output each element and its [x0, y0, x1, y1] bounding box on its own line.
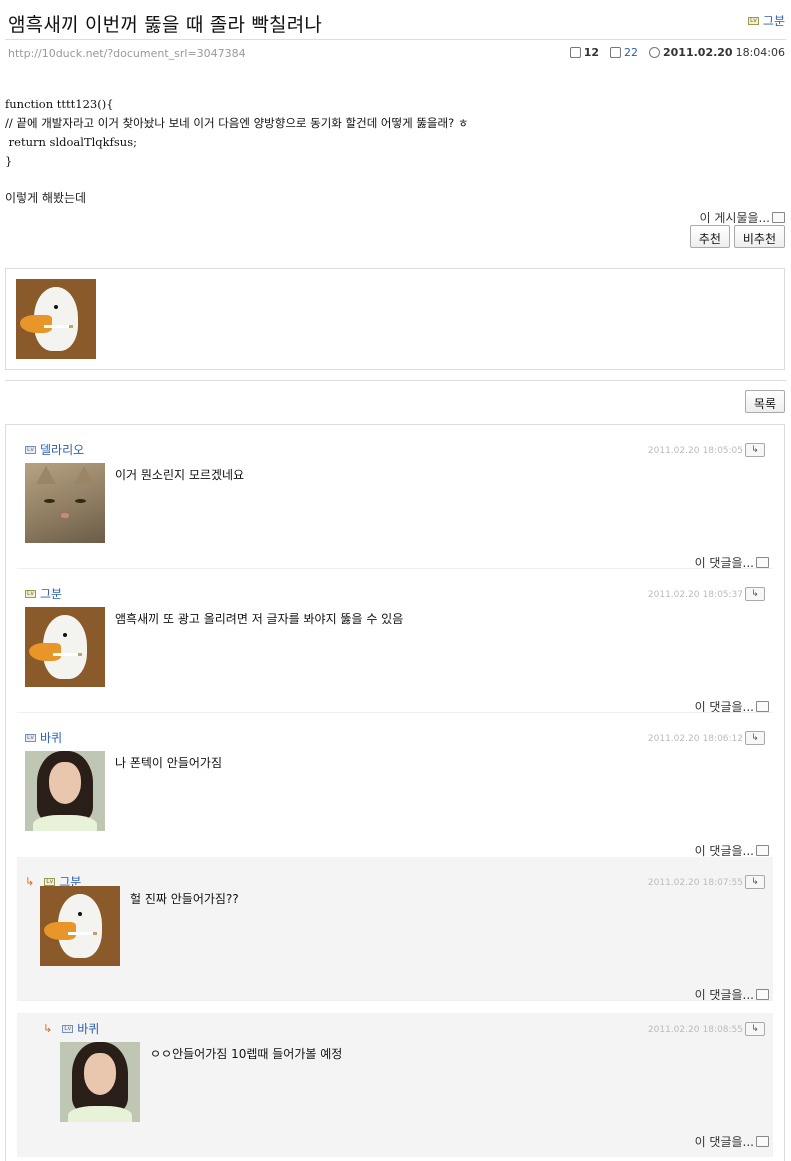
reply-arrow-icon[interactable]: ↳	[745, 587, 765, 601]
comment-author-name[interactable]: 바퀴	[77, 1020, 99, 1037]
comment-list: Lv 델라리오 2011.02.20 18:05:05 ↳ 이거 뭔소린지 모르…	[5, 424, 785, 1161]
comment-text: 헐 진짜 안들어가짐??	[130, 892, 239, 906]
comment-text: 이거 뭔소린지 모르겠네요	[115, 468, 245, 482]
post-time: 18:04:06	[735, 46, 785, 59]
girl-avatar	[25, 751, 105, 831]
document-icon[interactable]	[756, 845, 769, 856]
this-post-label[interactable]: 이 게시물을...	[700, 209, 770, 226]
not-recommend-button[interactable]: 비추천	[733, 225, 785, 248]
comment-menu-label[interactable]: 이 댓글을...	[695, 1133, 754, 1150]
post-date: 2011.02.20	[663, 46, 733, 59]
code-line: }	[5, 154, 13, 168]
comment-date: 2011.02.20	[647, 446, 700, 456]
comment-date: 2011.02.20	[647, 878, 700, 888]
comment: Lv 델라리오 2011.02.20 18:05:05 ↳ 이거 뭔소린지 모르…	[17, 425, 773, 570]
comment-timestamp: 2011.02.20 18:05:37	[648, 590, 743, 600]
list-button[interactable]: 목록	[744, 390, 785, 413]
comment-text: ㅇㅇ안들어가짐 10렙때 들어가볼 예정	[150, 1047, 343, 1061]
document-icon[interactable]	[756, 989, 769, 1000]
cat-avatar	[25, 463, 105, 543]
comment-date: 2011.02.20	[647, 590, 700, 600]
duck-avatar	[40, 886, 120, 966]
level-icon: Lv	[44, 877, 56, 886]
reply-arrow-icon[interactable]: ↳	[745, 1022, 765, 1036]
duck-avatar	[16, 279, 96, 359]
post-author[interactable]: Lv 그분	[747, 12, 785, 29]
reply-arrow-icon[interactable]: ↳	[745, 731, 765, 745]
reply-arrow-icon[interactable]: ↳	[745, 875, 765, 889]
comment-time: 18:05:37	[702, 590, 743, 600]
post-body-text: 이렇게 해봤는데	[5, 191, 87, 205]
comment-author[interactable]: Lv 그분	[25, 585, 62, 602]
signature-box	[5, 268, 785, 370]
view-count: 22	[624, 46, 638, 59]
code-line: return sldoalTlqkfsus;	[5, 135, 137, 149]
post-author-name[interactable]: 그분	[763, 12, 785, 29]
comment-time: 18:07:55	[702, 878, 743, 888]
divider	[5, 380, 786, 381]
comment: Lv 바퀴 2011.02.20 18:06:12 ↳ 나 폰텍이 안들어가짐 …	[17, 713, 773, 858]
comment-count: 12	[583, 46, 599, 59]
code-line: function tttt123(){	[5, 97, 114, 111]
post-title: 앰흑새끼 이번꺼 뚫을 때 졸라 빡칠려나	[8, 14, 323, 36]
comment-reply: ↳ Lv 그분 2011.02.20 18:07:55 ↳ 헐 진짜 안들어가짐…	[17, 857, 773, 1002]
comment-author-name[interactable]: 바퀴	[40, 729, 62, 746]
comment-author[interactable]: Lv 델라리오	[25, 441, 84, 458]
recommend-button[interactable]: 추천	[689, 225, 730, 248]
comment-time: 18:06:12	[702, 734, 743, 744]
comment-text: 앰흑새끼 또 광고 올리려면 저 글자를 봐야지 뚫을 수 있음	[115, 612, 404, 626]
reply-indent-icon: ↳	[43, 1022, 53, 1035]
comment-timestamp: 2011.02.20 18:08:55	[648, 1025, 743, 1035]
comment-time: 18:05:05	[702, 446, 743, 456]
comment-time: 18:08:55	[702, 1025, 743, 1035]
comment-timestamp: 2011.02.20 18:07:55	[648, 878, 743, 888]
document-icon[interactable]	[756, 701, 769, 712]
girl-avatar	[60, 1042, 140, 1122]
divider	[5, 39, 786, 40]
comment: Lv 그분 2011.02.20 18:05:37 ↳ 앰흑새끼 또 광고 올리…	[17, 569, 773, 714]
comment-timestamp: 2011.02.20 18:05:05	[648, 446, 743, 456]
comment-menu[interactable]: 이 댓글을...	[695, 1133, 769, 1150]
speech-bubble-icon	[569, 47, 581, 58]
comment-timestamp: 2011.02.20 18:06:12	[648, 734, 743, 744]
post-meta: 12 22 2011.02.20 18:04:06	[562, 46, 785, 59]
level-icon: Lv	[747, 16, 759, 25]
vote-buttons: 추천 비추천	[689, 225, 785, 248]
post-url[interactable]: http://10duck.net/?document_srl=3047384	[8, 47, 246, 60]
document-icon	[610, 47, 621, 58]
comment-author[interactable]: ↳ Lv 바퀴	[43, 1020, 99, 1037]
reply-arrow-icon[interactable]: ↳	[745, 443, 765, 457]
document-icon[interactable]	[772, 212, 785, 223]
level-icon: Lv	[25, 445, 36, 454]
this-post-menu[interactable]: 이 게시물을...	[700, 209, 785, 226]
clock-icon	[649, 47, 660, 58]
level-icon: Lv	[62, 1024, 74, 1033]
comment-author-name[interactable]: 델라리오	[40, 441, 84, 458]
duck-avatar	[25, 607, 105, 687]
comment-author-name[interactable]: 그분	[40, 585, 62, 602]
comment-text: 나 폰텍이 안들어가짐	[115, 756, 222, 770]
comment-reply: ↳ Lv 바퀴 2011.02.20 18:08:55 ↳ ㅇㅇ안들어가짐 10…	[17, 1013, 773, 1157]
comment-author[interactable]: Lv 바퀴	[25, 729, 62, 746]
level-icon: Lv	[25, 733, 36, 742]
reply-indent-icon: ↳	[25, 875, 35, 888]
comment-date: 2011.02.20	[647, 1025, 700, 1035]
document-icon[interactable]	[756, 557, 769, 568]
level-icon: Lv	[25, 589, 36, 598]
code-line: // 끝에 개발자라고 이거 찾아놨나 보네 이거 다음엔 양방향으로 동기화 …	[5, 116, 469, 130]
document-icon[interactable]	[756, 1136, 769, 1147]
post-body: function tttt123(){ // 끝에 개발자라고 이거 찾아놨나 …	[5, 95, 468, 171]
comment-date: 2011.02.20	[647, 734, 700, 744]
